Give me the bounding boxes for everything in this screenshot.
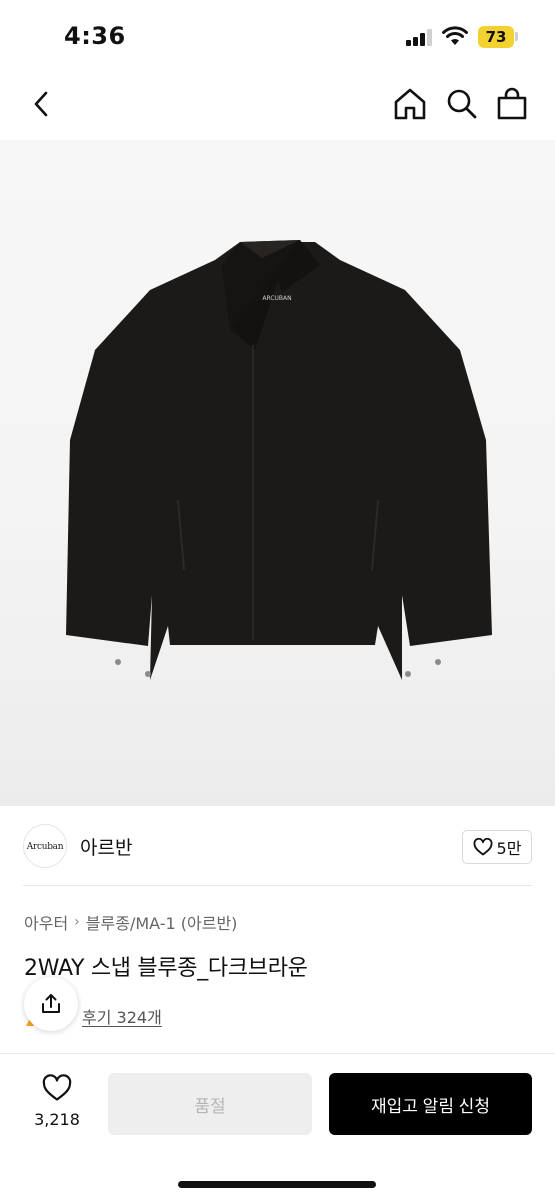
jacket-label-text: ARCUBAN <box>262 295 291 302</box>
wishlist-count: 3,218 <box>34 1110 80 1129</box>
search-button[interactable] <box>442 84 482 124</box>
battery-indicator: 73 <box>478 26 514 48</box>
soldout-button: 품절 <box>108 1073 312 1135</box>
battery-tip <box>515 32 518 41</box>
back-button[interactable] <box>24 84 58 124</box>
status-time: 4:36 <box>64 22 126 50</box>
share-icon <box>42 994 60 1013</box>
brand-like-button[interactable]: 5만 <box>462 830 532 864</box>
divider <box>23 885 532 886</box>
home-indicator <box>178 1181 376 1188</box>
product-title: 2WAY 스냅 블루종_다크브라운 <box>24 956 308 981</box>
cellular-signal-icon <box>406 29 432 46</box>
cart-button[interactable] <box>492 84 532 124</box>
breadcrumb-subcategory[interactable]: 블루종/MA-1 (아르반) <box>86 910 238 934</box>
wifi-icon <box>442 26 468 45</box>
breadcrumb: 아우터 › 블루종/MA-1 (아르반) <box>24 910 237 934</box>
restock-alert-button[interactable]: 재입고 알림 신청 <box>329 1073 532 1135</box>
status-bar: 4:36 73 <box>0 0 555 70</box>
heart-icon <box>473 838 492 856</box>
breadcrumb-category[interactable]: 아우터 <box>24 910 68 934</box>
wishlist-button[interactable]: 3,218 <box>24 1074 90 1134</box>
home-button[interactable] <box>390 84 430 124</box>
product-image[interactable]: ARCUBAN <box>0 140 555 806</box>
shopping-bag-icon <box>497 87 527 120</box>
review-link[interactable]: 후기 324개 <box>82 1004 162 1028</box>
chevron-left-icon <box>34 91 48 117</box>
heart-icon <box>42 1074 72 1101</box>
brand-logo[interactable]: Arcuban <box>23 824 67 868</box>
brand-row: Arcuban 아르반 5만 <box>0 806 555 886</box>
chevron-right-icon: › <box>74 914 80 930</box>
brand-name[interactable]: 아르반 <box>80 833 132 860</box>
search-icon <box>447 89 477 119</box>
bottom-action-bar: 3,218 품절 재입고 알림 신청 <box>0 1053 555 1200</box>
brand-like-count: 5만 <box>496 839 522 858</box>
jacket-image: ARCUBAN <box>66 240 492 680</box>
share-button[interactable] <box>24 977 78 1031</box>
home-icon <box>394 88 426 120</box>
